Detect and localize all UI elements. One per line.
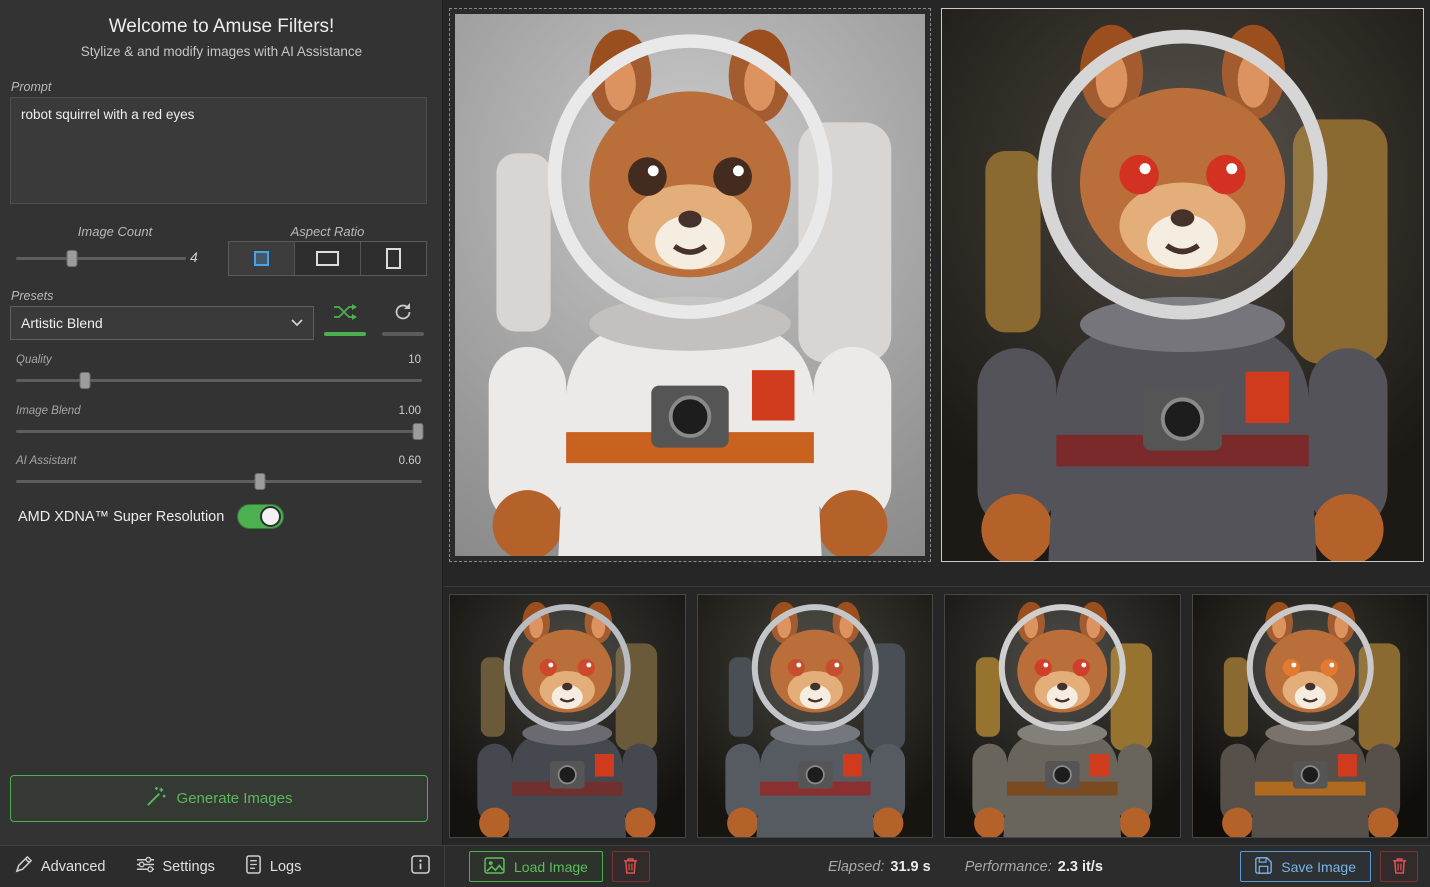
elapsed-label: Elapsed: bbox=[827, 858, 885, 875]
aspect-square-button[interactable] bbox=[229, 242, 295, 275]
slider-track bbox=[16, 480, 422, 483]
page-title: Welcome to Amuse Filters! bbox=[108, 16, 335, 37]
settings-sliders-icon bbox=[136, 855, 155, 878]
output-image-panel bbox=[941, 8, 1424, 562]
refresh-button[interactable] bbox=[382, 297, 424, 329]
info-icon bbox=[411, 855, 430, 878]
quality-slider[interactable] bbox=[16, 372, 422, 389]
settings-label: Settings bbox=[162, 858, 215, 875]
sidebar: Welcome to Amuse Filters! Stylize & and … bbox=[0, 0, 443, 845]
footer-right: Load Image Elapsed: 31.9 s Performance: bbox=[444, 846, 1430, 887]
landscape-aspect-icon bbox=[316, 251, 339, 266]
refresh-indicator bbox=[382, 332, 424, 336]
logs-button[interactable]: Logs bbox=[245, 855, 301, 878]
super-resolution-row: AMD XDNA™ Super Resolution bbox=[18, 504, 285, 529]
image-count-slider[interactable] bbox=[16, 250, 186, 267]
thumbnail-divider bbox=[444, 586, 1430, 587]
settings-button[interactable]: Settings bbox=[136, 855, 215, 878]
presets-label: Presets bbox=[11, 289, 54, 303]
image-count-label: Image Count bbox=[77, 224, 153, 239]
advanced-pencil-icon bbox=[14, 855, 33, 878]
image-workspace bbox=[444, 0, 1430, 845]
image-count-value: 4 bbox=[190, 249, 198, 265]
output-image[interactable] bbox=[942, 9, 1423, 561]
aspect-landscape-button[interactable] bbox=[295, 242, 361, 275]
ai-assistant-value: 0.60 bbox=[398, 455, 421, 467]
elapsed-stat: Elapsed: 31.9 s bbox=[828, 859, 931, 875]
aspect-portrait-button[interactable] bbox=[361, 242, 426, 275]
shuffle-active-indicator bbox=[324, 332, 366, 336]
input-image-dropzone[interactable] bbox=[449, 8, 931, 562]
advanced-label: Advanced bbox=[41, 858, 106, 875]
aspect-ratio-group bbox=[228, 241, 427, 276]
load-image-label: Load Image bbox=[514, 858, 588, 875]
input-image[interactable] bbox=[455, 14, 925, 556]
save-image-icon bbox=[1255, 856, 1273, 877]
clear-output-button[interactable] bbox=[1380, 851, 1418, 882]
performance-value: 2.3 it/s bbox=[1057, 858, 1103, 875]
logs-document-icon bbox=[245, 855, 262, 878]
shuffle-icon bbox=[333, 303, 357, 323]
slider-track bbox=[16, 379, 422, 382]
slider-thumb[interactable] bbox=[66, 250, 78, 267]
thumbnail-4[interactable] bbox=[1191, 594, 1428, 838]
toggle-knob bbox=[260, 506, 282, 527]
thumbnail-3[interactable] bbox=[944, 594, 1181, 838]
page-subtitle: Stylize & and modify images with AI Assi… bbox=[80, 44, 363, 59]
chevron-down-icon bbox=[291, 314, 303, 332]
refresh-icon bbox=[393, 302, 413, 325]
save-image-button[interactable]: Save Image bbox=[1240, 851, 1371, 882]
quality-value: 10 bbox=[408, 354, 421, 366]
thumbnail-2[interactable] bbox=[696, 594, 933, 838]
trash-icon bbox=[623, 857, 638, 877]
info-button[interactable] bbox=[411, 855, 430, 878]
slider-track bbox=[16, 430, 422, 433]
image-blend-value: 1.00 bbox=[398, 405, 421, 417]
logs-label: Logs bbox=[269, 858, 302, 875]
thumbnail-strip bbox=[449, 594, 1428, 838]
thumbnail-1[interactable] bbox=[449, 594, 686, 838]
quality-label: Quality bbox=[16, 354, 52, 366]
presets-selected-value: Artistic Blend bbox=[21, 315, 103, 331]
presets-select[interactable]: Artistic Blend bbox=[10, 306, 314, 340]
elapsed-value: 31.9 s bbox=[890, 858, 931, 875]
amuse-filters-app: Welcome to Amuse Filters! Stylize & and … bbox=[0, 0, 1430, 887]
portrait-aspect-icon bbox=[386, 248, 401, 269]
prompt-label: Prompt bbox=[11, 80, 52, 94]
status-bar: Advanced Settings Logs Load Image Elapse… bbox=[0, 845, 1430, 887]
performance-stat: Performance: 2.3 it/s bbox=[965, 859, 1103, 875]
aspect-ratio-label: Aspect Ratio bbox=[290, 224, 365, 239]
square-aspect-icon bbox=[254, 251, 269, 266]
advanced-button[interactable]: Advanced bbox=[14, 855, 106, 878]
slider-track bbox=[16, 257, 186, 260]
generate-images-button[interactable]: Generate Images bbox=[10, 775, 428, 822]
performance-label: Performance: bbox=[964, 858, 1052, 875]
slider-thumb[interactable] bbox=[254, 473, 266, 490]
slider-thumb[interactable] bbox=[79, 372, 91, 389]
image-blend-label: Image Blend bbox=[16, 405, 81, 417]
super-resolution-label: AMD XDNA™ Super Resolution bbox=[18, 508, 225, 525]
ai-assistant-label: AI Assistant bbox=[16, 455, 77, 467]
load-image-icon bbox=[484, 856, 505, 877]
image-blend-slider[interactable] bbox=[16, 423, 424, 440]
generate-images-label: Generate Images bbox=[176, 790, 293, 807]
magic-wand-icon bbox=[146, 786, 167, 811]
ai-assistant-slider[interactable] bbox=[16, 473, 422, 490]
prompt-input[interactable]: robot squirrel with a red eyes bbox=[10, 97, 427, 204]
footer-left: Advanced Settings Logs bbox=[0, 846, 444, 887]
trash-icon bbox=[1392, 857, 1407, 877]
clear-input-button[interactable] bbox=[611, 851, 650, 882]
load-image-button[interactable]: Load Image bbox=[469, 851, 603, 882]
super-resolution-toggle[interactable] bbox=[237, 504, 285, 529]
save-image-label: Save Image bbox=[1281, 858, 1356, 875]
shuffle-button[interactable] bbox=[324, 297, 366, 329]
slider-thumb[interactable] bbox=[412, 423, 424, 440]
